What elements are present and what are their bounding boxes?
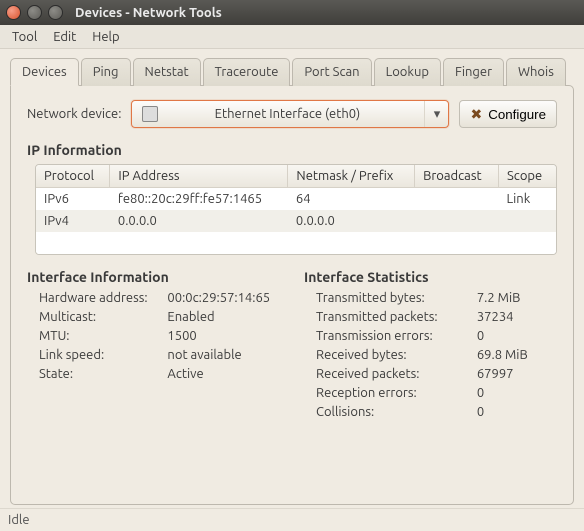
ip-table: Protocol IP Address Netmask / Prefix Bro… [35, 164, 557, 255]
cell-protocol: IPv6 [36, 188, 110, 211]
tab-ping[interactable]: Ping [81, 58, 131, 86]
titlebar: Devices - Network Tools [0, 0, 584, 25]
menu-edit[interactable]: Edit [47, 28, 82, 46]
rx-packets-value: 67997 [477, 367, 557, 381]
tab-netstat[interactable]: Netstat [133, 58, 201, 86]
table-row[interactable]: IPv4 0.0.0.0 0.0.0.0 [36, 210, 556, 232]
tx-errors-value: 0 [477, 329, 557, 343]
col-ip-address[interactable]: IP Address [110, 165, 288, 188]
nic-icon [142, 106, 158, 122]
rx-errors-value: 0 [477, 386, 557, 400]
chevron-down-icon: ▾ [424, 101, 448, 127]
rx-bytes-value: 69.8 MiB [477, 348, 557, 362]
network-device-select[interactable]: Ethernet Interface (eth0) ▾ [131, 100, 449, 128]
device-row: Network device: Ethernet Interface (eth0… [27, 100, 557, 128]
table-row[interactable]: IPv6 fe80::20c:29ff:fe57:1465 64 Link [36, 188, 556, 211]
interface-information: Interface Information Hardware address: … [27, 269, 280, 419]
hwaddr-value: 00:0c:29:57:14:65 [167, 291, 280, 305]
table-spacer [36, 232, 556, 254]
configure-button[interactable]: ✖ Configure [459, 100, 557, 128]
state-label: State: [39, 367, 157, 381]
tx-errors-label: Transmission errors: [316, 329, 467, 343]
tab-whois[interactable]: Whois [506, 58, 566, 86]
cell-ip: fe80::20c:29ff:fe57:1465 [110, 188, 288, 211]
col-protocol[interactable]: Protocol [36, 165, 110, 188]
tab-portscan[interactable]: Port Scan [292, 58, 371, 86]
menubar: Tool Edit Help [0, 25, 584, 49]
col-netmask[interactable]: Netmask / Prefix [288, 165, 415, 188]
col-scope[interactable]: Scope [499, 165, 557, 188]
cell-broadcast [415, 188, 499, 211]
table-header-row: Protocol IP Address Netmask / Prefix Bro… [36, 165, 556, 188]
cell-scope: Link [499, 188, 557, 211]
state-value: Active [167, 367, 280, 381]
collisions-value: 0 [477, 405, 557, 419]
menu-help[interactable]: Help [86, 28, 125, 46]
cell-broadcast [415, 210, 499, 232]
tab-bar: Devices Ping Netstat Traceroute Port Sca… [10, 57, 574, 85]
interface-statistics: Interface Statistics Transmitted bytes: … [304, 269, 557, 419]
mtu-value: 1500 [167, 329, 280, 343]
window-title: Devices - Network Tools [75, 6, 578, 20]
menu-tool[interactable]: Tool [6, 28, 43, 46]
tx-packets-value: 37234 [477, 310, 557, 324]
rx-packets-label: Received packets: [316, 367, 467, 381]
network-device-label: Network device: [27, 107, 121, 121]
content-area: Devices Ping Netstat Traceroute Port Sca… [0, 49, 584, 505]
tab-traceroute[interactable]: Traceroute [203, 58, 291, 86]
tab-finger[interactable]: Finger [443, 58, 504, 86]
cell-protocol: IPv4 [36, 210, 110, 232]
cell-ip: 0.0.0.0 [110, 210, 288, 232]
minimize-icon[interactable] [27, 5, 42, 20]
link-speed-label: Link speed: [39, 348, 157, 362]
tab-panel-devices: Network device: Ethernet Interface (eth0… [10, 85, 574, 505]
hwaddr-label: Hardware address: [39, 291, 157, 305]
link-speed-value: not available [167, 348, 280, 362]
info-columns: Interface Information Hardware address: … [27, 269, 557, 419]
multicast-label: Multicast: [39, 310, 157, 324]
interface-information-heading: Interface Information [27, 269, 280, 285]
cell-netmask: 64 [288, 188, 415, 211]
tx-bytes-label: Transmitted bytes: [316, 291, 467, 305]
mtu-label: MTU: [39, 329, 157, 343]
multicast-value: Enabled [167, 310, 280, 324]
rx-errors-label: Reception errors: [316, 386, 467, 400]
tab-devices[interactable]: Devices [10, 58, 79, 86]
collisions-label: Collisions: [316, 405, 467, 419]
ip-information-heading: IP Information [27, 142, 557, 158]
cell-netmask: 0.0.0.0 [288, 210, 415, 232]
configure-label: Configure [488, 107, 546, 122]
tx-packets-label: Transmitted packets: [316, 310, 467, 324]
tab-lookup[interactable]: Lookup [374, 58, 441, 86]
status-text: Idle [8, 513, 30, 527]
interface-statistics-heading: Interface Statistics [304, 269, 557, 285]
gear-icon: ✖ [470, 106, 482, 123]
col-broadcast[interactable]: Broadcast [415, 165, 499, 188]
maximize-icon[interactable] [48, 5, 63, 20]
tx-bytes-value: 7.2 MiB [477, 291, 557, 305]
network-device-value: Ethernet Interface (eth0) [176, 107, 424, 121]
rx-bytes-label: Received bytes: [316, 348, 467, 362]
status-bar: Idle [0, 508, 584, 531]
close-icon[interactable] [6, 5, 21, 20]
cell-scope [499, 210, 557, 232]
